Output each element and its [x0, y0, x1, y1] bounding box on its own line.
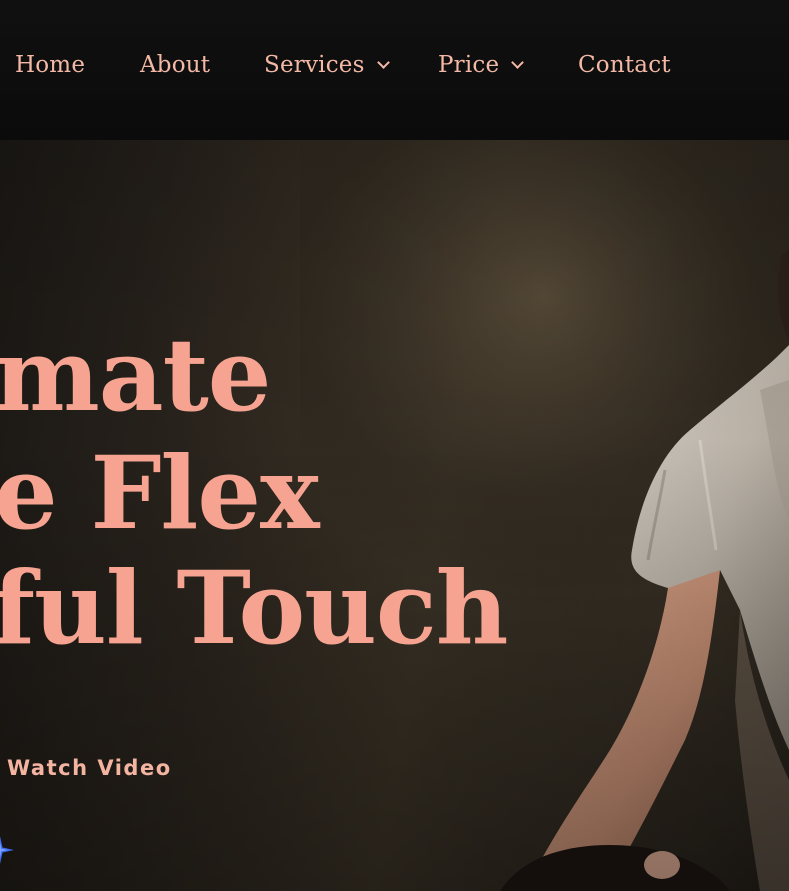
sparkle-icon — [0, 836, 14, 864]
nav-item-contact-label: Contact — [578, 52, 671, 78]
page: Home About Services Price Contact mate e… — [0, 0, 789, 891]
chevron-down-icon — [376, 56, 390, 69]
hero-headline-line-2: e Flex — [0, 434, 320, 552]
nav-item-price[interactable]: Price — [438, 52, 525, 78]
nav-item-contact[interactable]: Contact — [578, 52, 671, 78]
watch-video-link[interactable]: Watch Video — [7, 756, 172, 780]
hero-headline-line-1: mate — [0, 316, 271, 434]
top-navigation: Home About Services Price Contact — [0, 0, 789, 140]
nav-item-price-label: Price — [438, 52, 500, 78]
hero-section: mate e Flex ful Touch Watch Video — [0, 140, 789, 891]
hero-headline-line-3: ful Touch — [0, 549, 508, 667]
nav-item-about-label: About — [140, 52, 211, 78]
chevron-down-icon — [511, 56, 525, 69]
nav-item-services[interactable]: Services — [264, 52, 390, 78]
nav-item-home[interactable]: Home — [15, 52, 85, 78]
nav-item-services-label: Services — [264, 52, 365, 78]
nav-item-home-label: Home — [15, 52, 86, 78]
nav-item-about[interactable]: About — [140, 52, 210, 78]
